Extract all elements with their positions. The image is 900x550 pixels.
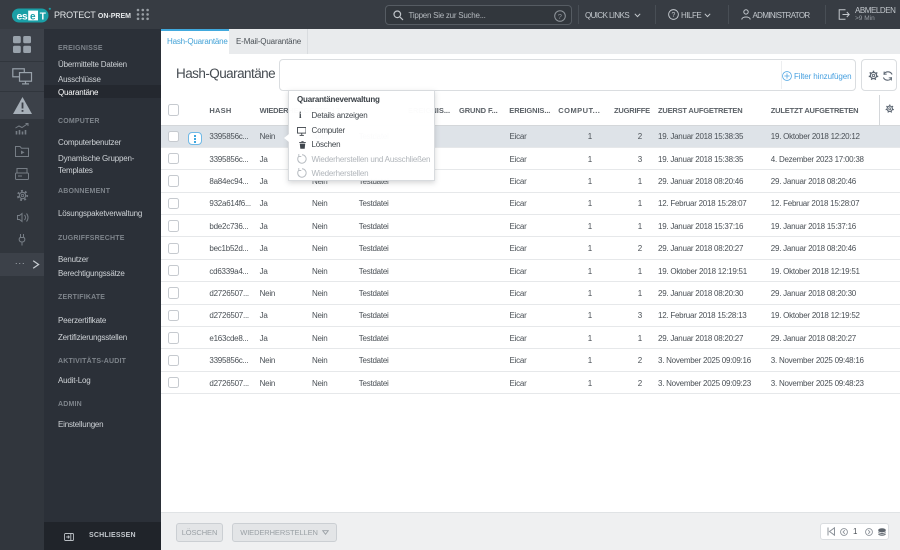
svg-text:?: ? [671,12,675,19]
svg-text:?: ? [557,12,561,21]
svg-text:T: T [40,11,46,22]
svg-text:e: e [30,11,36,22]
svg-text:es: es [17,10,28,22]
